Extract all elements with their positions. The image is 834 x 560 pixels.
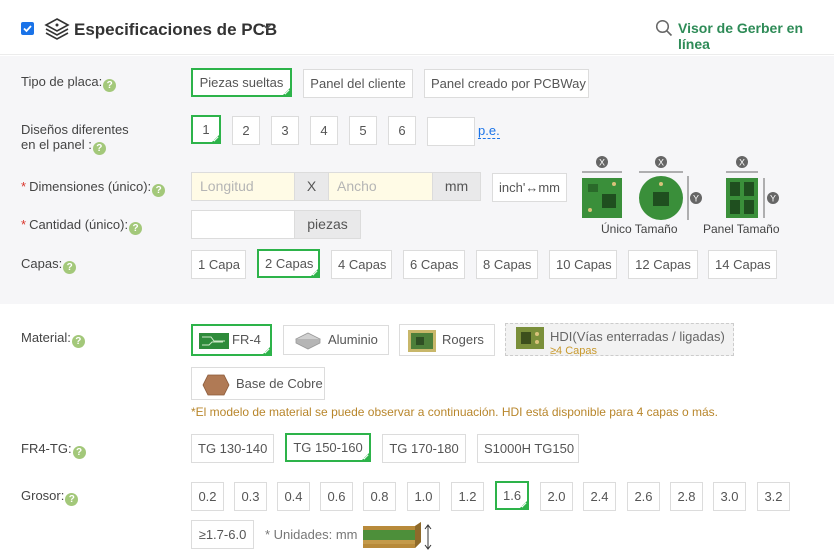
thickness-option-0-2[interactable]: 0.2 bbox=[191, 482, 224, 511]
material-label: Material:? bbox=[21, 330, 85, 348]
material-option-fr4[interactable]: FR-4 bbox=[191, 324, 272, 356]
material-option-aluminum[interactable]: Aluminio bbox=[283, 325, 389, 355]
help-icon[interactable]: ? bbox=[129, 222, 143, 235]
designs-custom-input[interactable] bbox=[427, 117, 475, 146]
axis-x-label: X bbox=[658, 158, 664, 168]
thickness-option-0-3[interactable]: 0.3 bbox=[234, 482, 267, 511]
help-icon[interactable]: ? bbox=[92, 142, 106, 155]
thickness-option-custom[interactable]: ≥1.7-6.0 bbox=[191, 520, 254, 549]
layers-option-6[interactable]: 6 Capas bbox=[403, 250, 465, 279]
single-size-diagram: X X Y bbox=[582, 156, 702, 220]
thickness-option-3-0[interactable]: 3.0 bbox=[713, 482, 746, 511]
pcb-board-icon bbox=[44, 18, 70, 40]
help-icon[interactable]: ? bbox=[103, 79, 117, 92]
material-option-label: Base de Cobre bbox=[236, 376, 323, 391]
search-icon[interactable] bbox=[655, 19, 673, 37]
thickness-option-2-0[interactable]: 2.0 bbox=[540, 482, 573, 511]
material-option-label: FR-4 bbox=[232, 332, 261, 347]
layers-option-10[interactable]: 10 Capas bbox=[549, 250, 617, 279]
layers-option-2[interactable]: 2 Capas bbox=[257, 249, 320, 278]
copper-board-icon bbox=[202, 374, 230, 395]
designs-option-3[interactable]: 3 bbox=[271, 116, 299, 145]
thickness-option-2-8[interactable]: 2.8 bbox=[670, 482, 703, 511]
layers-option-8[interactable]: 8 Capas bbox=[476, 250, 538, 279]
help-icon[interactable]: ? bbox=[65, 493, 79, 506]
rogers-board-icon bbox=[408, 329, 436, 352]
board-thickness-icon bbox=[363, 522, 432, 550]
axis-y-label: Y bbox=[693, 194, 699, 204]
designs-option-4[interactable]: 4 bbox=[310, 116, 338, 145]
help-icon[interactable]: ? bbox=[72, 446, 86, 459]
board-type-label: Tipo de placa:? bbox=[21, 74, 117, 92]
board-type-option-customer-panel[interactable]: Panel del cliente bbox=[303, 69, 413, 98]
quantity-unit: piezas bbox=[294, 210, 361, 239]
thickness-option-3-2[interactable]: 3.2 bbox=[757, 482, 790, 511]
page-title: Especificaciones de PCB bbox=[74, 20, 278, 39]
width-input[interactable]: Ancho bbox=[328, 172, 433, 201]
thickness-option-0-4[interactable]: 0.4 bbox=[277, 482, 310, 511]
pcb-section-checkbox[interactable] bbox=[21, 22, 34, 35]
dimension-separator: X bbox=[294, 172, 329, 201]
material-option-copper[interactable]: Base de Cobre bbox=[191, 367, 325, 400]
thickness-label: Grosor:? bbox=[21, 488, 79, 506]
board-type-option-pcbway-panel[interactable]: Panel creado por PCBWay bbox=[424, 69, 589, 98]
thickness-option-2-6[interactable]: 2.6 bbox=[627, 482, 660, 511]
thickness-option-0-6[interactable]: 0.6 bbox=[320, 482, 353, 511]
help-icon[interactable]: ? bbox=[152, 184, 166, 197]
designs-label: Diseños diferentes en el panel :? bbox=[21, 122, 129, 155]
quantity-label: * Cantidad (único):? bbox=[21, 217, 143, 235]
dimensions-label: * Dimensiones (único):? bbox=[21, 179, 166, 197]
tg-option-170-180[interactable]: TG 170-180 bbox=[382, 434, 466, 463]
thickness-option-0-8[interactable]: 0.8 bbox=[363, 482, 396, 511]
axis-x-label: X bbox=[739, 158, 745, 168]
designs-option-5[interactable]: 5 bbox=[349, 116, 377, 145]
single-size-caption: Único Tamaño bbox=[601, 222, 678, 236]
thickness-option-1-2[interactable]: 1.2 bbox=[451, 482, 484, 511]
length-input[interactable]: Longitud bbox=[191, 172, 295, 201]
tg-option-130-140[interactable]: TG 130-140 bbox=[191, 434, 274, 463]
section-header: Especificaciones de PCB Visor de Gerber … bbox=[0, 0, 834, 55]
material-note: *El modelo de material se puede observar… bbox=[191, 405, 718, 419]
help-icon[interactable]: ? bbox=[71, 335, 85, 348]
unit-convert-button[interactable]: inch'↔mm bbox=[492, 173, 567, 202]
thickness-option-1-0[interactable]: 1.0 bbox=[407, 482, 440, 511]
help-icon[interactable]: ? bbox=[63, 261, 77, 274]
layers-option-1[interactable]: 1 Capa bbox=[191, 250, 246, 279]
check-icon bbox=[23, 25, 32, 33]
fr4-board-icon bbox=[199, 332, 229, 349]
thickness-units-note: * Unidades: mm bbox=[265, 527, 358, 542]
material-option-hdi[interactable]: HDI(Vías enterradas / ligadas) ≥4 Capas bbox=[505, 323, 734, 357]
thickness-option-1-6[interactable]: 1.6 bbox=[495, 481, 529, 510]
quantity-input[interactable] bbox=[191, 210, 295, 239]
chevron-down-icon[interactable] bbox=[262, 23, 272, 31]
layers-option-12[interactable]: 12 Capas bbox=[628, 250, 698, 279]
designs-option-2[interactable]: 2 bbox=[232, 116, 260, 145]
layers-option-14[interactable]: 14 Capas bbox=[708, 250, 777, 279]
material-option-rogers[interactable]: Rogers bbox=[399, 324, 495, 356]
hdi-layer-note: ≥4 Capas bbox=[550, 345, 598, 357]
panel-size-caption: Panel Tamaño bbox=[703, 222, 780, 236]
gerber-viewer-link[interactable]: Visor de Gerber en línea bbox=[678, 20, 834, 52]
hdi-board-icon bbox=[516, 327, 544, 349]
layers-label: Capas:? bbox=[21, 256, 77, 274]
layers-option-4[interactable]: 4 Capas bbox=[331, 250, 392, 279]
tg-option-s1000h[interactable]: S1000H TG150 bbox=[477, 434, 579, 463]
panel-size-diagram: X Y bbox=[726, 156, 779, 218]
designs-option-6[interactable]: 6 bbox=[388, 116, 416, 145]
example-link[interactable]: p.e. bbox=[478, 123, 500, 139]
material-option-label: Aluminio bbox=[328, 332, 378, 347]
material-option-label: HDI(Vías enterradas / ligadas) bbox=[550, 329, 725, 344]
axis-y-label: Y bbox=[770, 194, 776, 204]
tg-label: FR4-TG:? bbox=[21, 441, 86, 459]
material-option-label: Rogers bbox=[442, 332, 484, 347]
board-type-option-single[interactable]: Piezas sueltas bbox=[191, 68, 292, 97]
dimension-unit: mm bbox=[432, 172, 481, 201]
tg-option-150-160[interactable]: TG 150-160 bbox=[285, 433, 371, 462]
axis-x-label: X bbox=[599, 158, 605, 168]
designs-option-1[interactable]: 1 bbox=[191, 115, 221, 144]
aluminum-board-icon bbox=[295, 332, 321, 350]
thickness-option-2-4[interactable]: 2.4 bbox=[583, 482, 616, 511]
